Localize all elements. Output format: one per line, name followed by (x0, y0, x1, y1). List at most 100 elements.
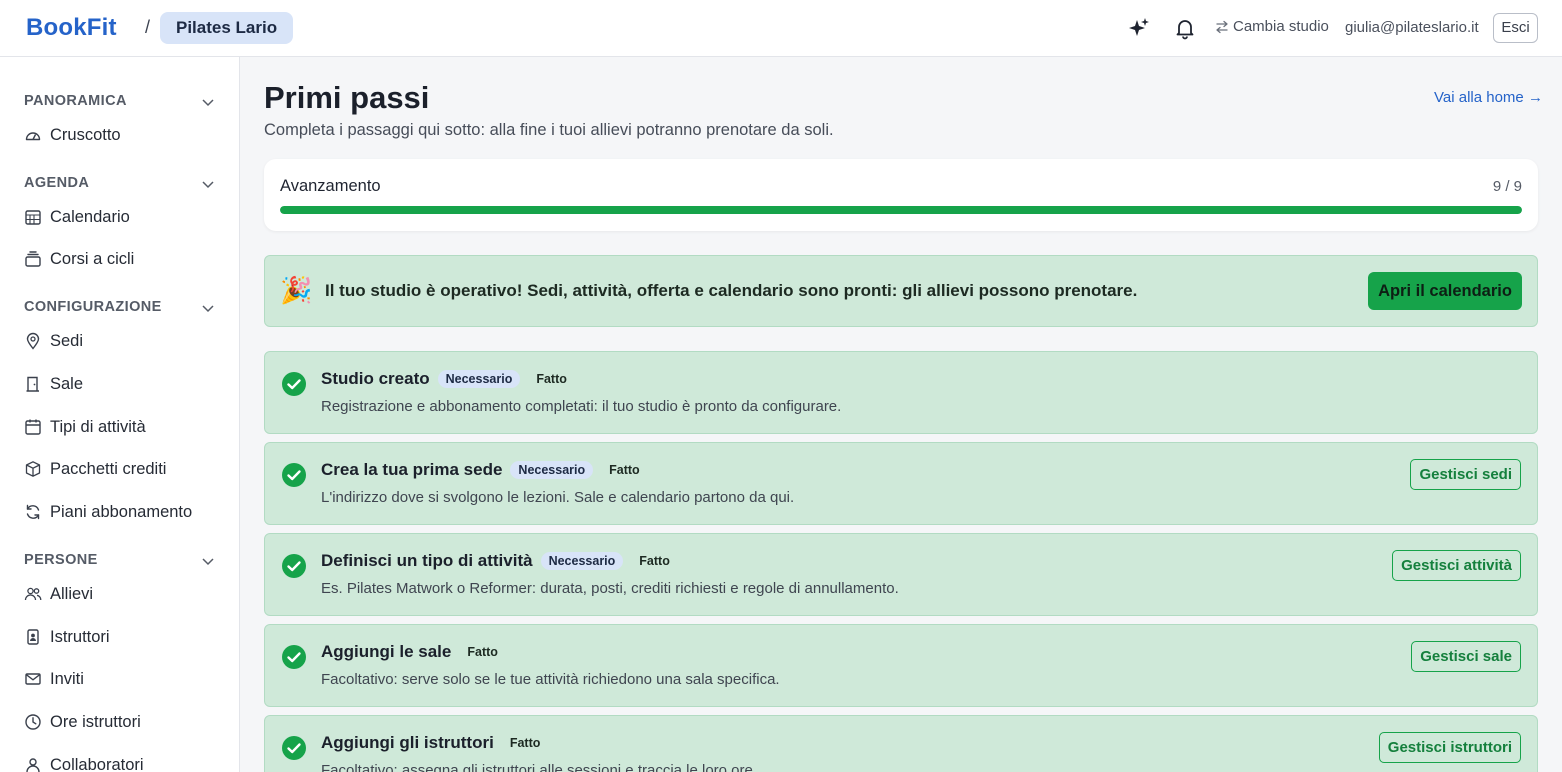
top-bar: BookFit / Pilates Lario Cambia studio gi… (0, 0, 1562, 57)
sparkle-icon[interactable] (1127, 16, 1151, 40)
step-card: Aggiungi gli istruttori Fatto Facoltativ… (264, 715, 1538, 772)
sidebar-item-label: Sale (50, 374, 84, 393)
sidebar-item-label: Istruttori (50, 627, 110, 646)
done-badge: Fatto (639, 554, 670, 568)
check-circle-icon (282, 554, 306, 578)
sidebar-section-persone[interactable]: PERSONE (24, 551, 216, 571)
chevron-down-icon (202, 181, 214, 189)
done-badge: Fatto (467, 645, 498, 659)
logout-button[interactable]: Esci (1493, 13, 1538, 43)
sidebar-item-label: Sedi (50, 331, 84, 350)
sidebar-item-cruscotto[interactable]: Cruscotto (24, 121, 224, 149)
step-header: Crea la tua prima sede Necessario Fatto (321, 460, 648, 480)
progress-label: Avanzamento (280, 177, 381, 195)
step-header: Aggiungi le sale Fatto (321, 642, 506, 662)
step-title: Aggiungi le sale (321, 642, 452, 661)
sidebar-item-label: Collaboratori (50, 755, 144, 772)
step-description: Facoltativo: serve solo se le tue attivi… (321, 671, 780, 688)
step-description: L'indirizzo dove si svolgono le lezioni.… (321, 489, 795, 506)
sidebar-item-tipi-di-attivita[interactable]: Tipi di attività (24, 413, 224, 441)
sidebar-item-label: Pacchetti crediti (50, 459, 167, 478)
sidebar-item-istruttori[interactable]: Istruttori (24, 623, 224, 651)
manage-instructors-button[interactable]: Gestisci istruttori (1378, 732, 1521, 763)
sidebar-section-panoramica[interactable]: PANORAMICA (24, 92, 216, 112)
sidebar-section-agenda[interactable]: AGENDA (24, 174, 216, 194)
chevron-down-icon (202, 558, 214, 566)
step-title: Studio creato (321, 369, 430, 388)
door-icon (26, 376, 39, 392)
switch-studio-button[interactable]: Cambia studio (1215, 18, 1329, 35)
step-description: Facoltativo: assegna gli istruttori alle… (321, 762, 758, 772)
sidebar-section-label: PERSONE (24, 552, 98, 568)
refresh-icon (26, 504, 40, 520)
sidebar-item-label: Calendario (50, 207, 130, 226)
manage-locations-button[interactable]: Gestisci sedi (1410, 459, 1521, 490)
success-banner: 🎉 Il tuo studio è operativo! Sedi, attiv… (264, 255, 1538, 327)
sidebar-item-label: Cruscotto (50, 125, 121, 144)
required-badge: Necessario (510, 461, 594, 479)
chevron-down-icon (202, 99, 214, 107)
check-circle-icon (282, 372, 306, 396)
sidebar-item-label: Allievi (50, 584, 94, 603)
user-icon (26, 758, 40, 772)
sidebar-item-collaboratori[interactable]: Collaboratori (24, 751, 224, 772)
sidebar-item-piani-abbonamento[interactable]: Piani abbonamento (24, 498, 224, 526)
banner-message: Il tuo studio è operativo! Sedi, attivit… (325, 281, 1138, 300)
done-badge: Fatto (609, 463, 640, 477)
sidebar-section-label: PANORAMICA (24, 93, 127, 109)
sidebar-item-sedi[interactable]: Sedi (24, 327, 224, 355)
sidebar-item-label: Corsi a cicli (50, 249, 135, 268)
home-link[interactable]: Vai alla home → (1434, 89, 1543, 106)
manage-activities-button[interactable]: Gestisci attività (1392, 550, 1521, 581)
sidebar-item-label: Inviti (50, 669, 84, 688)
step-card: Aggiungi le sale Fatto Facoltativo: serv… (264, 624, 1538, 707)
users-icon (24, 587, 42, 601)
check-circle-icon (282, 645, 306, 669)
step-header: Studio creato Necessario Fatto (321, 369, 575, 389)
step-header: Aggiungi gli istruttori Fatto (321, 733, 548, 753)
page-title: Primi passi (264, 80, 430, 115)
map-pin-icon (26, 332, 40, 350)
step-card: Definisci un tipo di attività Necessario… (264, 533, 1538, 616)
breadcrumb-separator: / (145, 17, 151, 37)
sidebar-item-pacchetti-crediti[interactable]: Pacchetti crediti (24, 455, 224, 483)
sidebar-section-label: AGENDA (24, 175, 90, 191)
sidebar-section-label: CONFIGURAZIONE (24, 299, 162, 315)
progress-bar (280, 206, 1522, 214)
progress-count: 9 / 9 (1492, 178, 1522, 195)
badge-icon (27, 629, 39, 645)
bell-icon[interactable] (1173, 16, 1197, 40)
step-description: Registrazione e abbonamento completati: … (321, 398, 842, 415)
sidebar-item-allievi[interactable]: Allievi (24, 580, 224, 608)
sidebar-item-ore-istruttori[interactable]: Ore istruttori (24, 708, 224, 736)
sidebar-item-label: Tipi di attività (50, 417, 146, 436)
mail-icon (25, 673, 41, 685)
manage-rooms-button[interactable]: Gestisci sale (1411, 641, 1521, 672)
done-badge: Fatto (509, 736, 541, 750)
step-card: Studio creato Necessario Fatto Registraz… (264, 351, 1538, 434)
calendar-icon (25, 419, 41, 435)
progress-bar-fill (280, 206, 1522, 214)
sidebar: PANORAMICA Cruscotto AGENDA Calendario C… (0, 57, 240, 772)
page-subtitle: Completa i passaggi qui sotto: alla fine… (264, 121, 834, 139)
step-title: Aggiungi gli istruttori (321, 733, 494, 752)
sidebar-section-configurazione[interactable]: CONFIGURAZIONE (24, 298, 216, 318)
party-popper-icon: 🎉 (280, 275, 313, 305)
step-title: Definisci un tipo di attività (321, 551, 533, 570)
sidebar-item-sale[interactable]: Sale (24, 370, 224, 398)
sidebar-item-label: Ore istruttori (50, 712, 141, 731)
calendar-grid-icon (25, 210, 41, 225)
required-badge: Necessario (540, 552, 624, 570)
sidebar-item-calendario[interactable]: Calendario (24, 203, 224, 231)
check-circle-icon (282, 463, 306, 487)
open-calendar-button[interactable]: Apri il calendario (1368, 272, 1522, 310)
step-card: Crea la tua prima sede Necessario Fatto … (264, 442, 1538, 525)
chevron-down-icon (202, 305, 214, 313)
app-logo[interactable]: BookFit (26, 14, 117, 42)
check-circle-icon (282, 736, 306, 760)
studio-selector[interactable]: Pilates Lario (160, 12, 294, 44)
sidebar-item-corsi-a-cicli[interactable]: Corsi a cicli (24, 245, 224, 273)
switch-studio-label: Cambia studio (1233, 18, 1329, 35)
sidebar-item-inviti[interactable]: Inviti (24, 665, 224, 693)
done-badge: Fatto (536, 372, 567, 386)
